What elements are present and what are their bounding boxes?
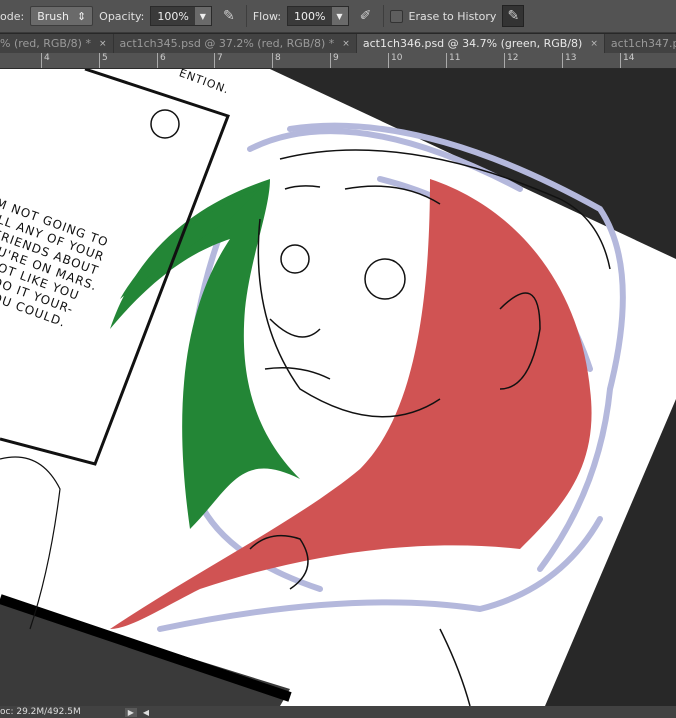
flow-field[interactable]: 100% ▼ xyxy=(287,6,349,26)
ruler-tick: 4 xyxy=(41,53,50,68)
ruler-tick: 7 xyxy=(214,53,223,68)
erase-to-history-checkbox[interactable] xyxy=(389,9,403,23)
opacity-value: 100% xyxy=(157,9,189,23)
ruler-tick: 8 xyxy=(272,53,281,68)
tab-label: act1ch345.psd @ 37.2% (red, RGB/8) * xyxy=(119,37,335,50)
pressure-size-icon[interactable]: ✎ xyxy=(502,5,525,27)
tab-label: % (red, RGB/8) * xyxy=(0,37,91,50)
divider xyxy=(382,5,384,27)
opacity-field[interactable]: 100% ▼ xyxy=(150,6,212,26)
close-icon[interactable]: × xyxy=(342,39,350,49)
airbrush-icon[interactable]: ✐ xyxy=(355,5,377,27)
chevron-down-icon[interactable]: ▼ xyxy=(194,7,211,25)
status-bar: oc: 29.2M/492.5M ▶ ◀ xyxy=(0,706,676,718)
horizontal-ruler[interactable]: 4 5 6 7 8 9 10 11 12 13 14 xyxy=(0,53,676,69)
opacity-label: Opacity: xyxy=(99,9,145,23)
ruler-tick: 13 xyxy=(562,53,576,68)
tab-act1ch347[interactable]: act1ch347.psd @ 1 xyxy=(605,34,676,53)
divider xyxy=(245,5,247,27)
ruler-tick: 12 xyxy=(504,53,518,68)
tab-label: act1ch346.psd @ 34.7% (green, RGB/8) xyxy=(362,37,583,50)
flow-value: 100% xyxy=(294,9,326,23)
artwork xyxy=(0,67,676,707)
ruler-tick: 14 xyxy=(620,53,634,68)
mode-select[interactable]: Brush ⇕ xyxy=(30,6,94,26)
mode-value: Brush xyxy=(37,9,69,23)
scroll-left-icon[interactable]: ◀ xyxy=(143,708,149,717)
updown-icon: ⇕ xyxy=(76,9,87,23)
ruler-tick: 5 xyxy=(99,53,108,68)
close-icon[interactable]: × xyxy=(99,39,107,49)
pressure-opacity-icon[interactable]: ✎ xyxy=(218,5,240,27)
mode-label: ode: xyxy=(0,9,25,23)
document-tabs: % (red, RGB/8) * × act1ch345.psd @ 37.2% … xyxy=(0,34,676,53)
tab-label: act1ch347.psd @ 1 xyxy=(610,37,676,50)
flow-label: Flow: xyxy=(252,9,282,23)
tab-act1ch345[interactable]: act1ch345.psd @ 37.2% (red, RGB/8) * × xyxy=(114,34,357,53)
chevron-down-icon[interactable]: ▼ xyxy=(331,7,348,25)
tab-document[interactable]: % (red, RGB/8) * × xyxy=(0,34,114,53)
tab-act1ch346[interactable]: act1ch346.psd @ 34.7% (green, RGB/8) × xyxy=(356,34,605,53)
ruler-tick: 6 xyxy=(157,53,166,68)
doc-size: oc: 29.2M/492.5M xyxy=(0,707,81,717)
ruler-tick: 11 xyxy=(446,53,460,68)
document-canvas[interactable]: ENTION. I'M NOT GOING TO TELL ANY OF YOU… xyxy=(0,66,676,707)
ruler-tick: 9 xyxy=(330,53,339,68)
erase-to-history-label: Erase to History xyxy=(408,9,497,23)
ruler-tick: 10 xyxy=(388,53,402,68)
close-icon[interactable]: × xyxy=(590,39,598,49)
options-bar: ode: Brush ⇕ Opacity: 100% ▼ ✎ Flow: 100% ▼… xyxy=(0,0,676,33)
play-icon[interactable]: ▶ xyxy=(124,707,137,717)
